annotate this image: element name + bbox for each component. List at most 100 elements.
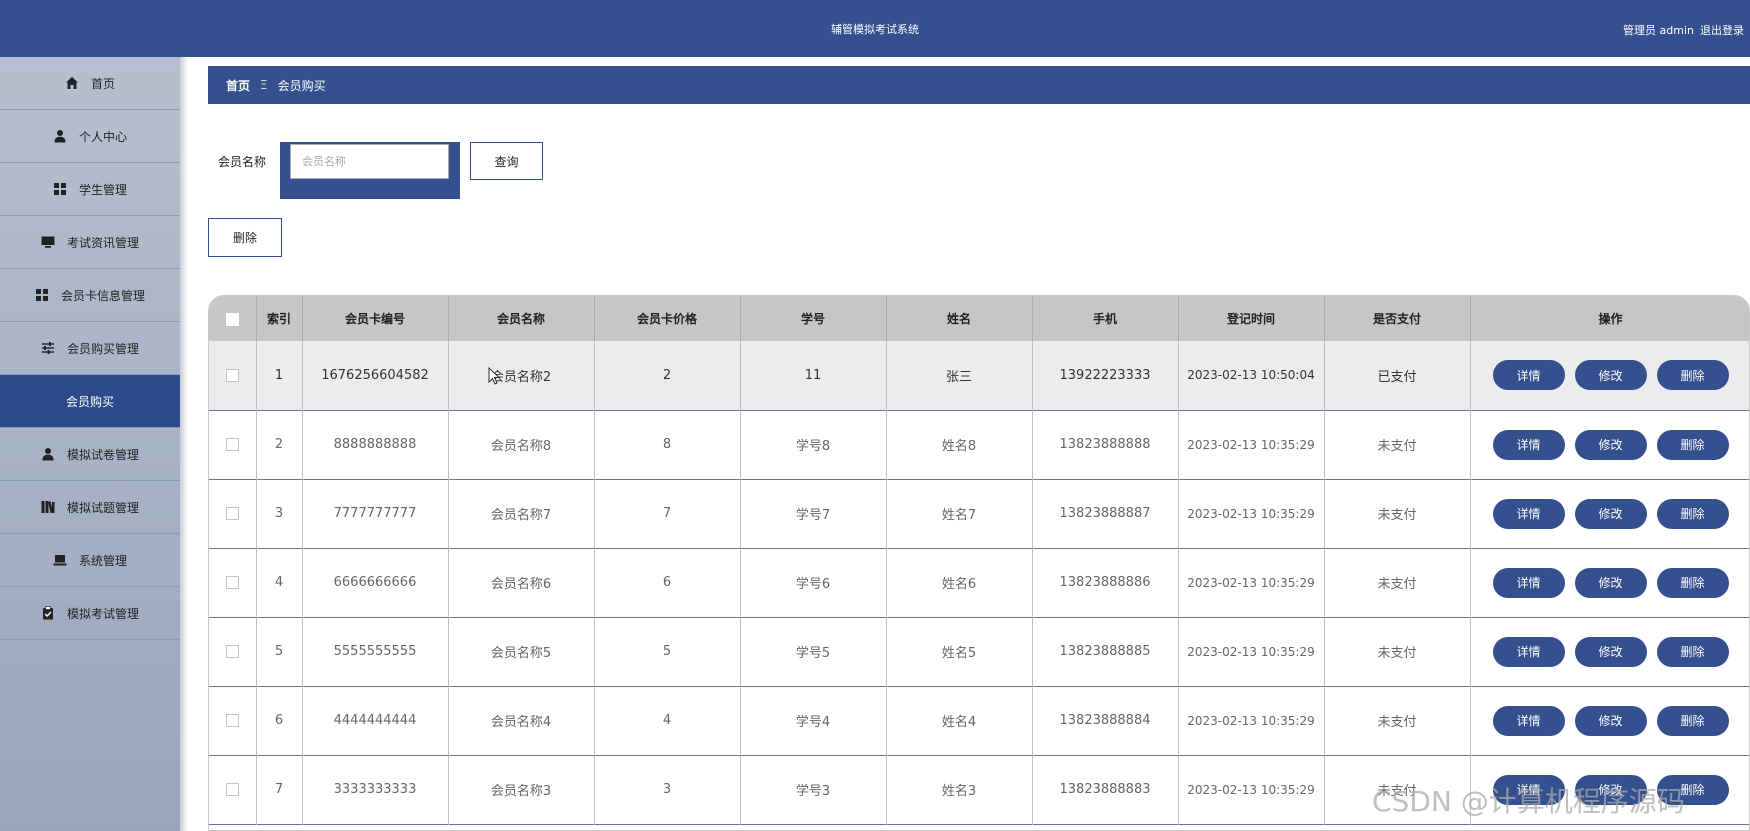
cell-index: 2 [256, 410, 303, 479]
cell-paid: 未支付 [1324, 686, 1471, 755]
delete-button[interactable]: 删除 [1656, 636, 1729, 667]
cell-index: 4 [256, 548, 303, 617]
batch-delete-button[interactable]: 删除 [208, 218, 282, 257]
row-checkbox[interactable] [225, 714, 239, 727]
select-all-cell [209, 296, 257, 341]
row-checkbox[interactable] [225, 576, 239, 589]
cell-phone: 13823888886 [1032, 548, 1179, 617]
sidebar-item[interactable]: 个人中心 [0, 110, 180, 163]
edit-button[interactable]: 修改 [1574, 636, 1647, 667]
row-checkbox[interactable] [225, 368, 239, 382]
books-icon [41, 500, 55, 514]
row-select-cell [209, 548, 257, 617]
search-field-container [280, 142, 460, 199]
row-checkbox[interactable] [225, 438, 239, 451]
detail-button[interactable]: 详情 [1492, 636, 1565, 667]
sidebar-item[interactable]: 会员购买 [0, 375, 180, 428]
row-select-cell [209, 617, 257, 686]
cell-paid: 已支付 [1324, 341, 1471, 410]
sidebar-item-label: 首页 [90, 76, 115, 91]
search-input[interactable] [290, 144, 449, 179]
detail-button[interactable]: 详情 [1492, 498, 1565, 529]
sidebar-item[interactable]: 系统管理 [0, 534, 180, 587]
edit-button[interactable]: 修改 [1574, 429, 1647, 460]
sidebar-item[interactable]: 模拟考试管理 [0, 587, 180, 640]
cell-member-name: 会员名称6 [448, 548, 595, 617]
row-select-cell [209, 341, 257, 410]
user-icon [53, 129, 67, 143]
sidebar-item[interactable]: 会员卡信息管理 [0, 269, 180, 322]
cell-member-name: 会员名称2 [448, 341, 595, 410]
column-header: 学号 [740, 296, 887, 341]
cell-name: 姓名6 [886, 548, 1033, 617]
select-all-checkbox[interactable] [225, 312, 239, 326]
edit-button[interactable]: 修改 [1574, 498, 1647, 529]
edit-button[interactable]: 修改 [1574, 705, 1647, 736]
edit-button[interactable]: 修改 [1574, 360, 1647, 391]
column-header: 姓名 [886, 296, 1033, 341]
sidebar-item-label: 会员购买 [65, 394, 114, 409]
delete-button[interactable]: 删除 [1656, 567, 1729, 598]
delete-button[interactable]: 删除 [1656, 498, 1729, 529]
delete-button[interactable]: 删除 [1656, 429, 1729, 460]
sidebar-item[interactable]: 模拟试题管理 [0, 481, 180, 534]
row-select-cell [209, 686, 257, 755]
row-checkbox[interactable] [225, 783, 239, 796]
row-actions: 详情 修改 删除 [1470, 548, 1749, 617]
cell-student-no: 11 [740, 341, 887, 410]
detail-button[interactable]: 详情 [1492, 429, 1565, 460]
cell-card-no: 5555555555 [302, 617, 449, 686]
cell-card-no: 1676256604582 [302, 341, 449, 410]
monitor-icon [41, 235, 55, 249]
row-checkbox[interactable] [225, 507, 239, 520]
sidebar-item-label: 学生管理 [78, 182, 127, 197]
detail-button[interactable]: 详情 [1492, 567, 1565, 598]
cell-time: 2023-02-13 10:35:29 [1178, 617, 1325, 686]
sidebar-item[interactable]: 会员购买管理 [0, 322, 180, 375]
cell-card-no: 7777777777 [302, 479, 449, 548]
top-bar: 辅管模拟考试系统 管理员 admin 退出登录 [0, 0, 1750, 57]
row-actions: 详情 修改 删除 [1470, 479, 1749, 548]
column-header: 登记时间 [1178, 296, 1325, 341]
cell-paid: 未支付 [1324, 617, 1471, 686]
query-button[interactable]: 查询 [470, 142, 543, 180]
clipboard-icon [41, 606, 55, 620]
column-header: 手机 [1032, 296, 1179, 341]
sidebar-item[interactable]: 考试资讯管理 [0, 216, 180, 269]
edit-button[interactable]: 修改 [1574, 567, 1647, 598]
cell-phone: 13922223333 [1032, 341, 1179, 410]
cell-member-name: 会员名称7 [448, 479, 595, 548]
table-row: 4 6666666666 会员名称6 6 学号6 姓名6 13823888886 2023-0… [209, 548, 1749, 617]
cell-student-no: 学号8 [740, 410, 887, 479]
cell-card-no: 3333333333 [302, 755, 449, 824]
table-header-row: 索引 会员卡编号 会员名称 会员卡价格 学号 姓名 手机 登记时间 是否支付 操作 [209, 296, 1749, 341]
delete-button[interactable]: 删除 [1656, 360, 1729, 391]
sidebar: 首页个人中心学生管理考试资讯管理 会员卡信息管理 会员购买管理会员购买模拟试卷管理模… [0, 57, 180, 831]
cell-name: 张三 [886, 341, 1033, 410]
cell-card-no: 4444444444 [302, 686, 449, 755]
cell-index: 1 [256, 341, 303, 410]
detail-button[interactable]: 详情 [1492, 360, 1565, 391]
cell-name: 姓名5 [886, 617, 1033, 686]
breadcrumb-home[interactable]: 首页 [226, 77, 250, 94]
cell-time: 2023-02-13 10:50:04 [1178, 341, 1325, 410]
cell-phone: 13823888888 [1032, 410, 1179, 479]
sidebar-item[interactable]: 学生管理 [0, 163, 180, 216]
table-row: 2 8888888888 会员名称8 8 学号8 姓名8 13823888888 2023-0… [209, 410, 1749, 479]
cell-card-no: 8888888888 [302, 410, 449, 479]
logout-link[interactable]: 退出登录 [1700, 22, 1750, 38]
table-row: 6 4444444444 会员名称4 4 学号4 姓名4 13823888884 2023-0… [209, 686, 1749, 755]
sidebar-item-label: 系统管理 [78, 553, 127, 568]
data-table: 索引 会员卡编号 会员名称 会员卡价格 学号 姓名 手机 登记时间 是否支付 操作 1 167625… [208, 295, 1750, 831]
sidebar-item[interactable]: 首页 [0, 57, 180, 110]
detail-button[interactable]: 详情 [1492, 705, 1565, 736]
row-checkbox[interactable] [225, 645, 239, 658]
grid-icon [35, 288, 49, 302]
breadcrumb-current: 会员购买 [277, 78, 326, 93]
delete-button[interactable]: 删除 [1656, 705, 1729, 736]
row-select-cell [209, 755, 257, 824]
cell-name: 姓名7 [886, 479, 1033, 548]
sidebar-item[interactable]: 模拟试卷管理 [0, 428, 180, 481]
cell-price: 5 [594, 617, 741, 686]
breadcrumb-separator: Ξ [260, 78, 268, 92]
